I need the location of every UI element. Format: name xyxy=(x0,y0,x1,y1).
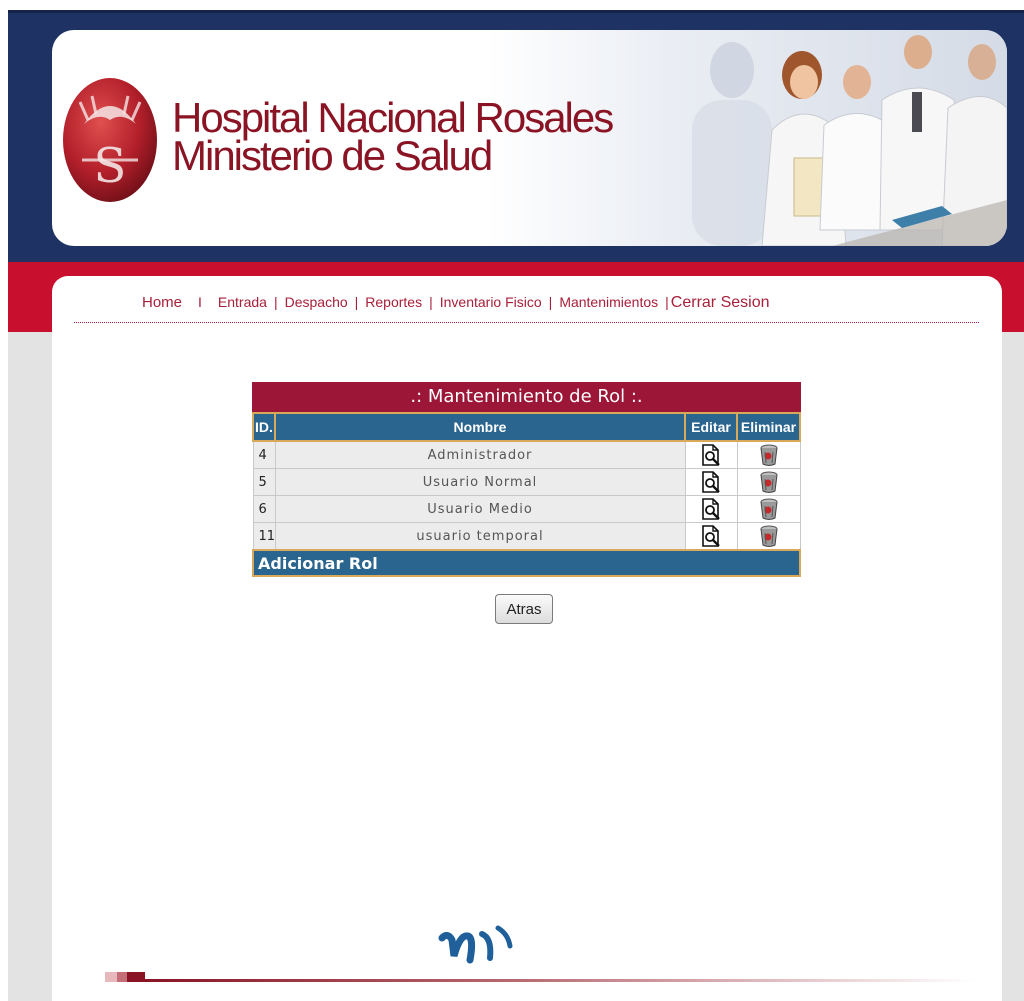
table-footer-row: Adicionar Rol xyxy=(252,549,801,577)
edit-document-icon[interactable] xyxy=(700,443,722,467)
nav-separator: | xyxy=(273,294,278,310)
edit-document-icon[interactable] xyxy=(700,497,722,521)
back-button[interactable]: Atras xyxy=(495,594,553,624)
nav-home[interactable]: Home xyxy=(142,294,182,311)
role-name: Usuario Normal xyxy=(274,468,686,496)
nav-inventario-fisico[interactable]: Inventario Fisico xyxy=(440,294,542,310)
delete-cell xyxy=(736,495,801,523)
roles-table-container: .: Mantenimiento de Rol :. ID. Nombre Ed… xyxy=(252,382,801,577)
edit-cell xyxy=(684,440,738,469)
trash-can-icon[interactable] xyxy=(758,470,780,494)
hospital-banner: S Hospital Nacional Rosales Ministerio d… xyxy=(52,30,1007,246)
doctors-photo xyxy=(692,35,1007,246)
role-id: 6 xyxy=(252,495,276,523)
header-delete: Eliminar xyxy=(736,412,801,442)
table-row: 6 Usuario Medio xyxy=(252,495,801,523)
footer-decorative-bar xyxy=(105,972,975,982)
edit-cell xyxy=(684,522,738,551)
hospital-seal-logo: S xyxy=(63,78,157,202)
nav-separator: I xyxy=(198,294,202,310)
table-row: 11 usuario temporal xyxy=(252,522,801,551)
footer-logo xyxy=(438,925,513,964)
nav-mantenimientos[interactable]: Mantenimientos xyxy=(559,294,658,310)
nav-entrada[interactable]: Entrada xyxy=(218,294,267,310)
edit-cell xyxy=(684,468,738,496)
trash-can-icon[interactable] xyxy=(758,497,780,521)
role-id: 5 xyxy=(252,468,276,496)
header-name: Nombre xyxy=(274,412,686,442)
nav-separator: | xyxy=(354,294,359,310)
nav-despacho[interactable]: Despacho xyxy=(285,294,348,310)
table-row: 5 Usuario Normal xyxy=(252,468,801,496)
edit-document-icon[interactable] xyxy=(700,524,722,548)
ministry-name: Ministerio de Salud xyxy=(172,132,493,179)
top-rule xyxy=(0,0,1024,10)
edit-cell xyxy=(684,495,738,523)
header-edit: Editar xyxy=(684,412,738,442)
nav-separator: | xyxy=(548,294,553,310)
main-nav: Home I Entrada | Despacho | Reportes | I… xyxy=(90,294,890,316)
role-name: Usuario Medio xyxy=(274,495,686,523)
edit-document-icon[interactable] xyxy=(700,470,722,494)
nav-separator: | xyxy=(429,294,433,310)
role-id: 4 xyxy=(252,440,276,469)
delete-cell xyxy=(736,440,801,469)
trash-can-icon[interactable] xyxy=(758,524,780,548)
add-role-link[interactable]: Adicionar Rol xyxy=(252,549,801,577)
table-row: 4 Administrador xyxy=(252,440,801,469)
svg-text:S: S xyxy=(94,138,127,194)
roles-table-caption: .: Mantenimiento de Rol :. xyxy=(252,382,801,412)
delete-cell xyxy=(736,468,801,496)
role-name: Administrador xyxy=(274,440,686,469)
roles-table: .: Mantenimiento de Rol :. ID. Nombre Ed… xyxy=(252,382,801,577)
role-id: 11 xyxy=(252,522,276,551)
delete-cell xyxy=(736,522,801,551)
trash-can-icon[interactable] xyxy=(758,443,780,467)
nav-separator: | xyxy=(665,294,669,310)
table-header-row: ID. Nombre Editar Eliminar xyxy=(252,412,801,442)
nav-divider xyxy=(74,322,979,323)
nav-cerrar-sesion[interactable]: Cerrar Sesion xyxy=(671,294,770,312)
nav-reportes[interactable]: Reportes xyxy=(365,294,422,310)
header-id: ID. xyxy=(252,412,276,442)
role-name: usuario temporal xyxy=(274,522,686,551)
